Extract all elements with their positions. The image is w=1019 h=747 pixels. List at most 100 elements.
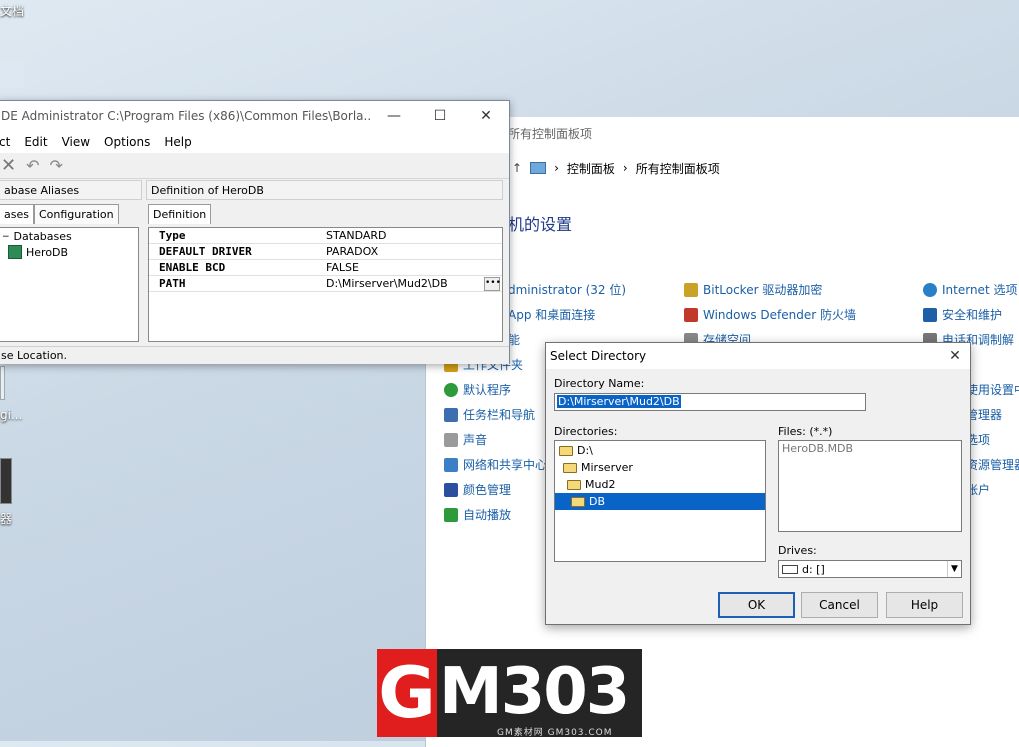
cp-item-label: dministrator (32 位) bbox=[508, 283, 627, 297]
close-icon[interactable]: ✕ bbox=[463, 108, 509, 124]
directories-label: Directories: bbox=[554, 425, 618, 438]
tab-configuration[interactable]: Configuration bbox=[33, 204, 119, 224]
breadcrumb-separator-icon: › bbox=[622, 161, 628, 175]
directory-name-input[interactable]: D:\Mirserver\Mud2\DB bbox=[554, 393, 866, 411]
table-row[interactable]: Type STANDARD bbox=[149, 228, 502, 244]
tab-definition[interactable]: Definition bbox=[148, 204, 212, 224]
drives-select[interactable]: d: [] ▼ bbox=[778, 560, 962, 578]
open-folder-icon bbox=[571, 496, 585, 507]
table-row[interactable]: ENABLE BCD FALSE bbox=[149, 260, 502, 276]
bde-toolbar: ✕ ↶ ↷ bbox=[0, 153, 509, 179]
expand-icon[interactable]: − bbox=[2, 232, 10, 242]
taskbar-icon bbox=[444, 407, 458, 422]
table-row[interactable]: PATH D:\Mirserver\Mud2\DB ••• bbox=[149, 276, 502, 292]
cp-item-sound[interactable]: 声音 bbox=[444, 431, 487, 448]
cp-item-admin[interactable]: dministrator (32 位) bbox=[508, 281, 626, 298]
cancel-button[interactable]: Cancel bbox=[801, 592, 878, 618]
directory-name-value: D:\Mirserver\Mud2\DB bbox=[557, 395, 681, 408]
definition-key: Type bbox=[159, 229, 186, 242]
desktop-icon[interactable] bbox=[0, 458, 12, 504]
directory-label: Mirserver bbox=[581, 461, 633, 474]
ok-button[interactable]: OK bbox=[718, 592, 795, 618]
help-button[interactable]: Help bbox=[886, 592, 963, 618]
default-programs-icon bbox=[444, 382, 458, 397]
internet-icon bbox=[923, 282, 937, 297]
cp-item-autoplay[interactable]: 自动播放 bbox=[444, 506, 511, 523]
address-bar[interactable]: ↑ › 控制面板 › 所有控制面板项 bbox=[512, 157, 720, 179]
cp-item-firewall[interactable]: Windows Defender 防火墙 bbox=[684, 306, 856, 323]
cp-item-color[interactable]: 颜色管理 bbox=[444, 481, 511, 498]
browse-button[interactable]: ••• bbox=[484, 276, 501, 291]
close-icon[interactable]: ✕ bbox=[940, 348, 970, 364]
tab-aliases[interactable]: ases bbox=[0, 204, 34, 224]
select-directory-dialog: Select Directory ✕ Directory Name: D:\Mi… bbox=[545, 342, 971, 625]
desktop-label[interactable]: gi... bbox=[0, 408, 22, 422]
files-label: Files: (*.*) bbox=[778, 425, 833, 438]
definition-key: DEFAULT DRIVER bbox=[159, 245, 252, 258]
tree-node-herodb[interactable]: HeroDB bbox=[0, 243, 138, 259]
cp-item-label: Windows Defender 防火墙 bbox=[703, 308, 856, 322]
directory-label: DB bbox=[589, 495, 606, 508]
cp-item-remoteapp[interactable]: App 和桌面连接 bbox=[508, 306, 595, 323]
cp-item-label: 自动播放 bbox=[463, 508, 512, 522]
desktop-icon[interactable] bbox=[0, 366, 5, 400]
maximize-icon[interactable]: ☐ bbox=[417, 108, 463, 124]
desktop-label-documents[interactable]: 文档 bbox=[0, 2, 24, 19]
breadcrumb-all-items[interactable]: 所有控制面板项 bbox=[636, 160, 720, 177]
cp-item-security[interactable]: 安全和维护 bbox=[923, 306, 1002, 323]
bde-title: DE Administrator C:\Program Files (x86)\… bbox=[1, 109, 371, 123]
list-item[interactable]: D:\ bbox=[555, 442, 765, 459]
breadcrumb-control-panel[interactable]: 控制面板 bbox=[567, 160, 615, 177]
cp-item-manager[interactable]: 管理器 bbox=[966, 406, 1002, 423]
bde-titlebar[interactable]: DE Administrator C:\Program Files (x86)\… bbox=[0, 101, 509, 131]
list-item-selected[interactable]: DB bbox=[555, 493, 765, 510]
open-folder-icon bbox=[563, 462, 577, 473]
menu-view[interactable]: View bbox=[62, 135, 90, 149]
definition-value[interactable]: STANDARD bbox=[316, 229, 502, 242]
menu-object[interactable]: ct bbox=[0, 135, 10, 149]
left-tabs: ases Configuration bbox=[0, 204, 119, 224]
watermark-logo: G M303 GM素材网 GM303.COM bbox=[377, 649, 642, 741]
cp-item-network[interactable]: 网络和共享中心 bbox=[444, 456, 547, 473]
directory-name-label: Directory Name: bbox=[554, 377, 645, 390]
undo-icon[interactable]: ↶ bbox=[26, 156, 39, 175]
dialog-titlebar[interactable]: Select Directory ✕ bbox=[546, 343, 970, 369]
list-item[interactable]: HeroDB.MDB bbox=[782, 442, 958, 455]
list-item[interactable]: Mirserver bbox=[555, 459, 765, 476]
definition-value[interactable]: FALSE bbox=[316, 261, 502, 274]
menu-edit[interactable]: Edit bbox=[24, 135, 47, 149]
definition-header: Definition of HeroDB bbox=[146, 180, 503, 200]
open-folder-icon bbox=[567, 479, 581, 490]
firewall-icon bbox=[684, 307, 698, 322]
delete-icon[interactable]: ✕ bbox=[1, 155, 16, 176]
definition-key: ENABLE BCD bbox=[159, 261, 226, 274]
definition-value[interactable]: PARADOX bbox=[316, 245, 502, 258]
alias-tree[interactable]: − Databases HeroDB bbox=[0, 227, 139, 342]
directories-list[interactable]: D:\ Mirserver Mud2 DB bbox=[554, 440, 766, 562]
cp-item-ease[interactable]: 使用设置中 bbox=[966, 381, 1019, 398]
menu-options[interactable]: Options bbox=[104, 135, 150, 149]
definition-value[interactable]: D:\Mirserver\Mud2\DB bbox=[316, 277, 484, 290]
cp-item-explorer[interactable]: 资源管理器 bbox=[966, 456, 1019, 473]
tree-node-databases[interactable]: − Databases bbox=[0, 228, 138, 243]
definition-table: Type STANDARD DEFAULT DRIVER PARADOX ENA… bbox=[148, 227, 503, 342]
table-row[interactable]: DEFAULT DRIVER PARADOX bbox=[149, 244, 502, 260]
desktop-icon[interactable] bbox=[0, 60, 24, 88]
desktop-label[interactable]: 器 bbox=[0, 510, 12, 527]
page-heading: 机的设置 bbox=[508, 215, 573, 234]
watermark-subtext: GM素材网 GM303.COM bbox=[497, 728, 613, 738]
cp-item-bitlocker[interactable]: BitLocker 驱动器加密 bbox=[684, 281, 822, 298]
bde-menubar: ct Edit View Options Help bbox=[0, 131, 509, 153]
list-item[interactable]: Mud2 bbox=[555, 476, 765, 493]
files-list[interactable]: HeroDB.MDB bbox=[778, 440, 962, 532]
up-arrow-icon[interactable]: ↑ bbox=[512, 161, 522, 175]
cp-item-label: App 和桌面连接 bbox=[508, 308, 596, 322]
redo-icon[interactable]: ↷ bbox=[50, 156, 63, 175]
minimize-icon[interactable]: — bbox=[371, 108, 417, 124]
chevron-down-icon[interactable]: ▼ bbox=[947, 561, 961, 577]
cp-item-internet-options[interactable]: Internet 选项 bbox=[923, 281, 1017, 298]
cp-item-taskbar[interactable]: 任务栏和导航 bbox=[444, 406, 535, 423]
menu-help[interactable]: Help bbox=[164, 135, 191, 149]
cp-item-label: 颜色管理 bbox=[463, 483, 512, 497]
cp-item-default-programs[interactable]: 默认程序 bbox=[444, 381, 511, 398]
